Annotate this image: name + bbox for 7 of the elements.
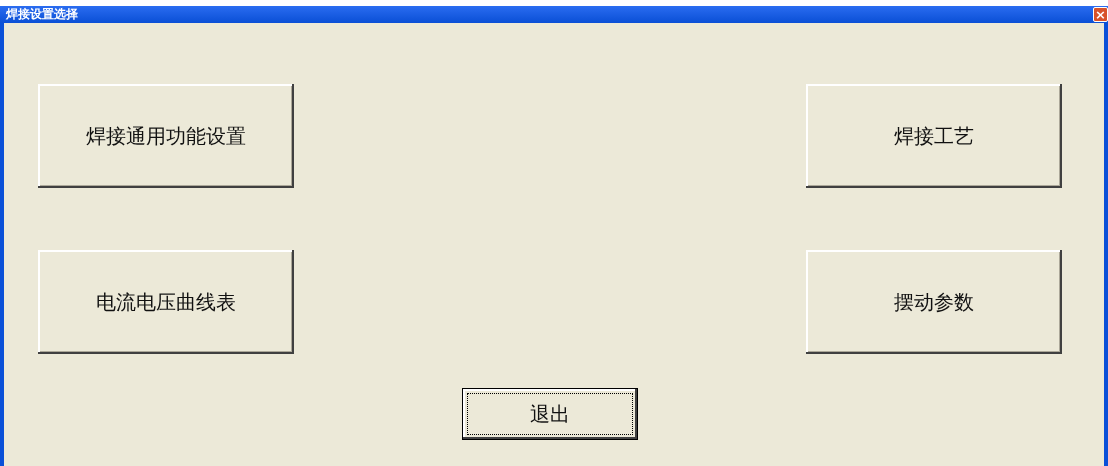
close-button[interactable]: × [1093, 7, 1108, 22]
menu-button[interactable]: 焊接通用功能设置 [38, 84, 294, 188]
menu-button[interactable]: 电流电压曲线表 [38, 250, 294, 354]
window-title: 焊接设置选择 [6, 6, 78, 23]
menu-button[interactable]: 摆动参数 [806, 250, 1062, 354]
menu-button[interactable]: 焊接工艺 [806, 84, 1062, 188]
exit-button[interactable]: 退出 [462, 388, 638, 440]
